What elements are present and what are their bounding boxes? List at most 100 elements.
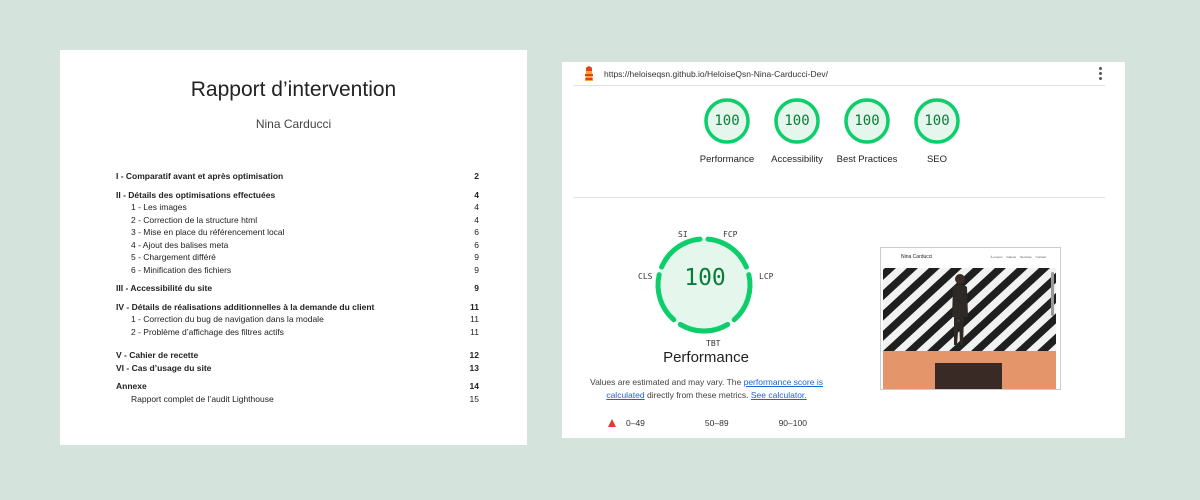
toc-entry-page: 4	[474, 202, 479, 213]
metric-lcp-label[interactable]: LCP	[759, 272, 773, 281]
metric-tbt-label[interactable]: TBT	[706, 339, 720, 348]
report-url[interactable]: https://heloiseqsn.github.io/HeloiseQsn-…	[604, 69, 1095, 79]
toc-entry: II - Détails des optimisations effectuée…	[116, 189, 479, 202]
toc-entry-label: 4 - Ajout des balises meta	[131, 239, 229, 250]
toc-entry: V - Cahier de recette 12	[116, 349, 479, 362]
toc-entry-page: 6	[474, 239, 479, 250]
fail-triangle-icon	[608, 419, 616, 427]
preview-nav-item: Galerie	[1006, 254, 1017, 259]
toc-entry-label: II - Détails des optimisations effectuée…	[116, 189, 276, 200]
gauge-label: SEO	[926, 154, 948, 165]
gauge-label: Performance	[699, 154, 755, 165]
toc-entry: 1 - Les images 4	[116, 201, 479, 214]
category-gauge-performance[interactable]: 100 Performance	[692, 97, 762, 166]
preview-hero-image	[883, 268, 1056, 351]
toc-entry-page: 4	[474, 214, 479, 225]
lighthouse-icon	[585, 65, 593, 81]
gauge-ring: 100	[773, 97, 821, 145]
toc-entry-label: 6 - Minification des fichiers	[131, 264, 232, 275]
category-gauges: 100 Performance 100 Accessibility 100 Best Pr…	[692, 97, 972, 166]
category-gauge-best-practices[interactable]: 100 Best Practices	[832, 97, 902, 166]
toc-entry-label: 1 - Correction du bug de navigation dans…	[131, 314, 324, 325]
preview-header: Nina Carducci À propos Galerie Services Con…	[881, 248, 1060, 265]
gauge-ring: 100	[913, 97, 961, 145]
toc-entry-label: VI - Cas d’usage du site	[116, 362, 212, 373]
score-legend: 0–49 50–89 90–100	[608, 418, 851, 428]
toc-entry-label: III - Accessibilité du site	[116, 283, 213, 294]
divider	[574, 197, 1105, 198]
gauge-ring: 100	[843, 97, 891, 145]
toc-entry-label: 2 - Correction de la structure html	[131, 214, 258, 225]
toc-entry-page: 11	[470, 314, 479, 325]
performance-metrics-gauge	[655, 236, 753, 334]
toc-entry-label: 2 - Problème d’affichage des filtres act…	[131, 326, 284, 337]
toc-entry-label: V - Cahier de recette	[116, 350, 199, 361]
metric-cls-label[interactable]: CLS	[638, 272, 652, 281]
category-gauge-accessibility[interactable]: 100 Accessibility	[762, 97, 832, 166]
preview-nav-item: Services	[1020, 254, 1032, 259]
toc-entry: 2 - Correction de la structure html 4	[116, 214, 479, 227]
person-silhouette-icon	[952, 274, 968, 345]
gauge-label: Best Practices	[836, 154, 898, 165]
toc-entry: IV - Détails de réalisations additionnel…	[116, 301, 479, 314]
toc-entry: VI - Cas d’usage du site 13	[116, 362, 479, 375]
toc-entry: Annexe 14	[116, 380, 479, 393]
metric-fcp-label[interactable]: FCP	[723, 230, 737, 239]
toc-entry: 5 - Chargement différé 9	[116, 251, 479, 264]
toc-entry: 2 - Problème d’affichage des filtres act…	[116, 326, 479, 339]
gauge-score: 100	[854, 113, 880, 129]
toc-entry: III - Accessibilité du site 9	[116, 282, 479, 295]
toc-entry-page: 11	[470, 301, 479, 312]
toc-entry-page: 12	[469, 350, 479, 361]
toc-entry: 4 - Ajout des balises meta 6	[116, 239, 479, 252]
table-of-contents: I - Comparatif avant et après optimisati…	[116, 170, 479, 405]
page-screenshot-preview[interactable]: Nina Carducci À propos Galerie Services Con…	[880, 247, 1061, 390]
url-bar: https://heloiseqsn.github.io/HeloiseQsn-…	[574, 62, 1105, 86]
preview-site-name: Nina Carducci	[901, 253, 933, 260]
toc-entry-label: 3 - Mise en place du référencement local	[131, 227, 285, 238]
preview-scrollbar	[1051, 272, 1054, 316]
report-title: Rapport d’intervention	[190, 78, 397, 101]
metric-si-label[interactable]: SI	[678, 230, 688, 239]
performance-main-score: 100	[684, 265, 726, 291]
toc-entry-label: 1 - Les images	[131, 202, 187, 213]
preview-nav-item: À propos	[990, 254, 1003, 259]
toc-entry-label: I - Comparatif avant et après optimisati…	[116, 171, 284, 182]
toc-entry-label: Rapport complet de l’audit Lighthouse	[131, 393, 274, 404]
gauge-score: 100	[784, 113, 810, 129]
toc-entry-page: 14	[469, 381, 479, 392]
more-vert-icon[interactable]	[1095, 67, 1105, 80]
gauge-score: 100	[924, 113, 950, 129]
toc-entry-page: 2	[474, 171, 479, 182]
toc-entry-page: 4	[474, 189, 479, 200]
category-gauge-seo[interactable]: 100 SEO	[902, 97, 972, 166]
note-text: Values are estimated and may vary. The	[590, 377, 744, 387]
score-note: Values are estimated and may vary. The p…	[584, 376, 829, 402]
gauge-ring: 100	[703, 97, 751, 145]
lighthouse-report: https://heloiseqsn.github.io/HeloiseQsn-…	[562, 62, 1125, 438]
legend-pass: 90–100	[778, 418, 807, 428]
toc-entry-label: IV - Détails de réalisations additionnel…	[116, 301, 375, 312]
toc-entry-page: 9	[474, 283, 479, 294]
legend-average: 50–89	[704, 418, 729, 428]
toc-entry-label: 5 - Chargement différé	[131, 252, 216, 263]
see-calculator-link[interactable]: See calculator.	[751, 390, 807, 400]
toc-entry-label: Annexe	[116, 381, 147, 392]
legend-fail: 0–49	[626, 418, 645, 428]
note-text-2: directly from these metrics.	[644, 390, 751, 400]
preview-photo	[935, 363, 1002, 389]
toc-entry-page: 13	[469, 362, 479, 373]
performance-title: Performance	[663, 349, 749, 366]
report-author: Nina Carducci	[255, 117, 332, 131]
preview-orange-section	[883, 351, 1056, 389]
toc-entry-page: 15	[469, 393, 479, 404]
toc-entry: 1 - Correction du bug de navigation dans…	[116, 313, 479, 326]
gauge-score: 100	[714, 113, 740, 129]
toc-entry: 3 - Mise en place du référencement local…	[116, 226, 479, 239]
toc-entry-page: 9	[474, 264, 479, 275]
toc-entry: Rapport complet de l’audit Lighthouse 15	[116, 393, 479, 406]
toc-entry-page: 6	[474, 227, 479, 238]
toc-entry-page: 9	[474, 252, 479, 263]
preview-nav: À propos Galerie Services Contact	[990, 255, 1046, 259]
report-document: Rapport d’intervention Nina Carducci I -…	[60, 50, 527, 445]
